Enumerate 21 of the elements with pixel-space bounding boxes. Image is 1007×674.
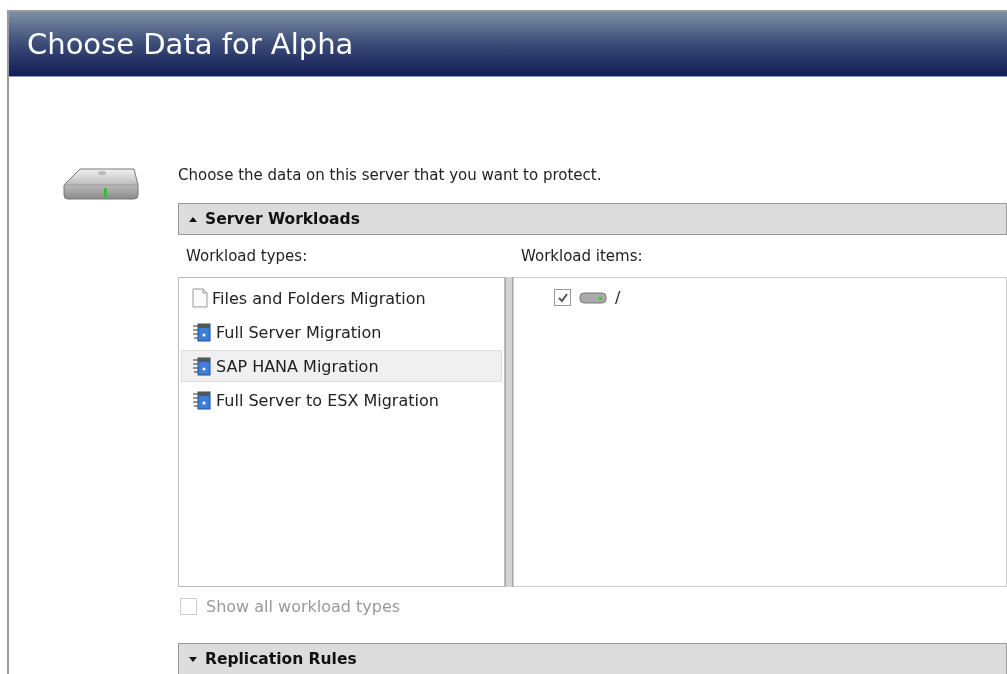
document-icon xyxy=(192,288,208,308)
window-title: Choose Data for Alpha xyxy=(27,27,354,61)
server-icon xyxy=(192,390,212,410)
section-header[interactable]: Server Workloads xyxy=(178,203,1007,235)
checkbox[interactable] xyxy=(554,289,571,306)
server-icon xyxy=(192,356,212,376)
checkbox-label: Show all workload types xyxy=(206,596,401,616)
collapse-arrow-icon xyxy=(189,216,197,222)
list-label: Workload types: xyxy=(185,246,309,267)
splitter-handle[interactable] xyxy=(505,277,513,587)
instruction-text: Choose the data on this server that you want to protect. xyxy=(178,165,603,185)
list-label: Workload items: xyxy=(520,246,644,267)
section-header[interactable]: Replication Rules xyxy=(178,643,1007,674)
list-item[interactable]: SAP HANA Migration xyxy=(181,350,502,382)
drive-icon xyxy=(579,291,607,304)
list-item[interactable]: Files and Folders Migration xyxy=(181,282,502,314)
list-item[interactable]: Full Server to ESX Migration xyxy=(181,384,502,416)
item-label: / xyxy=(615,288,621,307)
server-icon xyxy=(192,322,212,342)
list-item[interactable]: Full Server Migration xyxy=(181,316,502,348)
expand-arrow-icon xyxy=(189,656,197,662)
